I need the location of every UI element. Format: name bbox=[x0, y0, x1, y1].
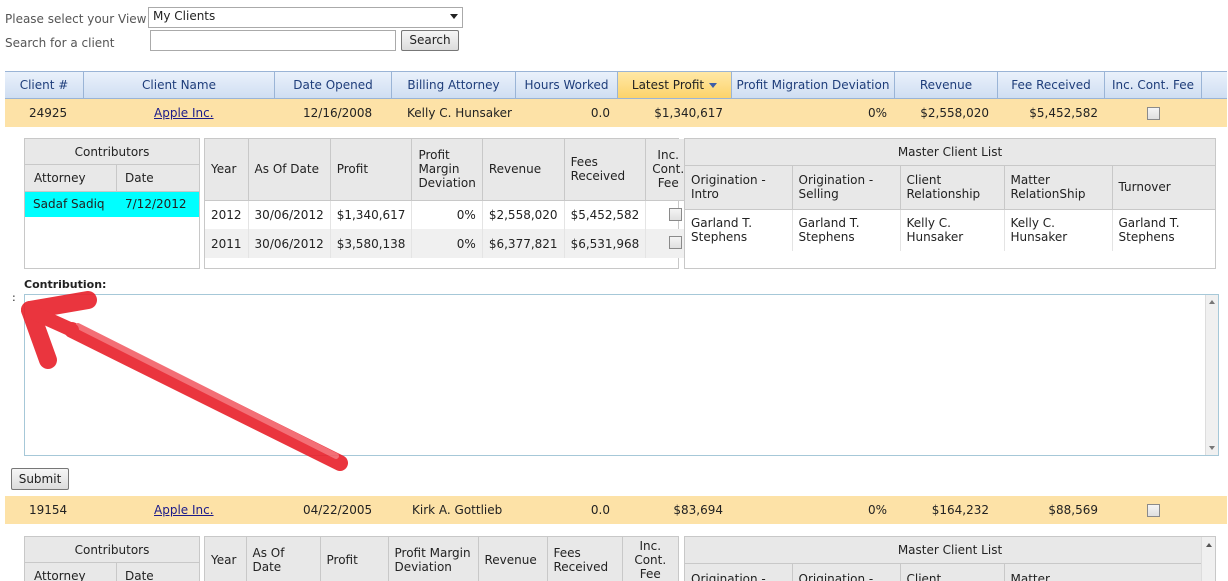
annotation-arrow bbox=[21, 291, 348, 471]
red-arrow-icon bbox=[21, 291, 348, 471]
